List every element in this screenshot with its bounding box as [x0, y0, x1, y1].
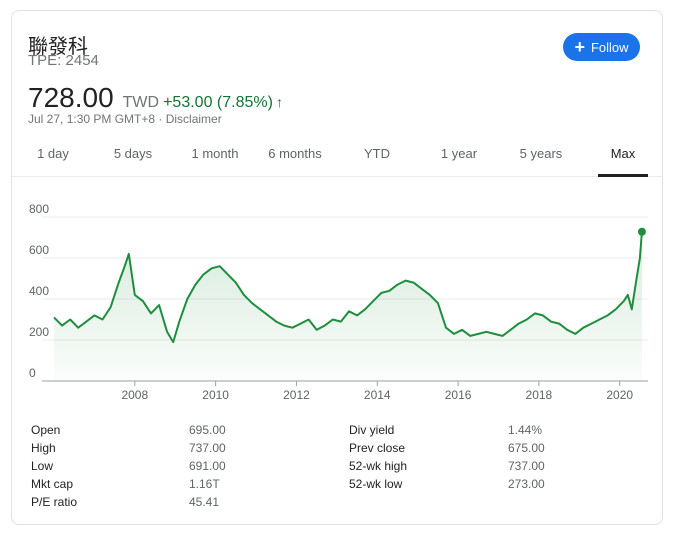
x-tick-label: 2008	[121, 388, 148, 402]
stat-mkt-cap-label: Mkt cap	[31, 477, 74, 491]
y-axis-labels: 800 600 400 200 0	[29, 202, 49, 380]
y-tick-label: 0	[29, 366, 36, 380]
stat-prev-close-value: 675.00	[508, 441, 545, 455]
stat-open-value: 695.00	[189, 423, 226, 437]
stat-prev-close-label: Prev close	[349, 441, 406, 455]
stat-high-label: High	[31, 441, 56, 455]
stat-open-label: Open	[31, 423, 61, 437]
stat-low-value: 691.00	[189, 459, 226, 473]
stat-low-label: Low	[31, 459, 54, 473]
stat-52wk-high-value: 737.00	[508, 459, 545, 473]
latest-price-point	[637, 227, 646, 236]
y-tick-label: 400	[29, 284, 49, 298]
price-area-fill	[54, 231, 642, 381]
stat-52wk-high-label: 52-wk high	[349, 459, 408, 473]
x-tick-label: 2012	[283, 388, 310, 402]
stat-mkt-cap-value: 1.16T	[189, 477, 220, 491]
stat-52wk-low-label: 52-wk low	[349, 477, 403, 491]
y-tick-label: 600	[29, 243, 49, 257]
stat-div-yield-value: 1.44%	[508, 423, 543, 437]
stat-high-value: 737.00	[189, 441, 226, 455]
y-tick-label: 200	[29, 325, 49, 339]
y-tick-label: 800	[29, 202, 49, 216]
stat-div-yield-label: Div yield	[349, 423, 395, 437]
x-tick-label: 2016	[445, 388, 472, 402]
stat-pe-ratio-label: P/E ratio	[31, 495, 78, 509]
price-chart[interactable]: 8006004002000 2008 2010 2012 2014 2016 2018 20…	[0, 0, 675, 410]
stat-pe-ratio-value: 45.41	[189, 495, 220, 509]
x-axis-labels: 2008 2010 2012 2014 2016 2018 2020	[121, 388, 633, 402]
x-tick-label: 2010	[202, 388, 229, 402]
x-tick-label: 2018	[526, 388, 553, 402]
x-tick-label: 2020	[606, 388, 633, 402]
stat-52wk-low-value: 273.00	[508, 477, 545, 491]
x-tick-label: 2014	[364, 388, 391, 402]
